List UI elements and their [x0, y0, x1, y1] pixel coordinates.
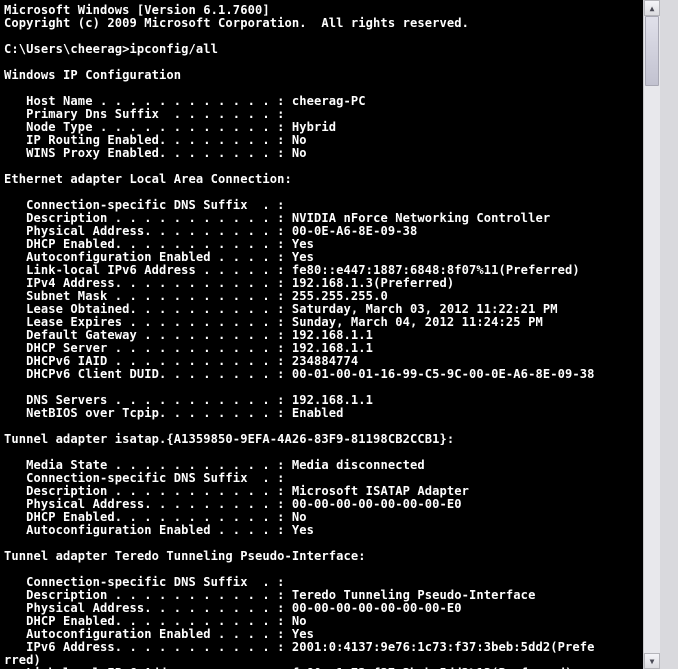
output-row: Autoconfiguration Enabled . . . . : Yes: [4, 524, 644, 537]
physical-address-value: 00-00-00-00-00-00-00-E0: [292, 601, 462, 615]
chevron-up-icon: ▲: [650, 4, 655, 13]
field-label: Physical Address. . . . . . . . . :: [4, 224, 292, 238]
dhcp-server-value: 192.168.1.1: [292, 341, 373, 355]
field-label: IPv4 Address. . . . . . . . . . . :: [4, 276, 292, 290]
host-name-value: cheerag-PC: [292, 94, 366, 108]
chevron-down-icon: ▼: [650, 657, 655, 666]
field-label: DHCPv6 Client DUID. . . . . . . . :: [4, 367, 292, 381]
field-label: Description . . . . . . . . . . . :: [4, 484, 292, 498]
field-label: IPv6 Address. . . . . . . . . . . :: [4, 640, 292, 654]
copyright-line: Copyright (c) 2009 Microsoft Corporation…: [4, 17, 644, 30]
subnet-mask-value: 255.255.255.0: [292, 289, 388, 303]
output-row: IPv6 Address. . . . . . . . . . . : 2001…: [4, 641, 644, 654]
prompt-line: C:\Users\cheerag>ipconfig/all: [4, 43, 644, 56]
field-label: DHCP Server . . . . . . . . . . . :: [4, 341, 292, 355]
scroll-down-button[interactable]: ▼: [644, 653, 660, 669]
field-label: Connection-specific DNS Suffix . :: [4, 198, 284, 212]
prompt-path: C:\Users\cheerag>: [4, 42, 129, 56]
field-label: Lease Obtained. . . . . . . . . . :: [4, 302, 292, 316]
desktop-background: t tin 12 2 fo Microsoft Windows [Version…: [0, 0, 678, 669]
field-label: Link-local IPv6 Address . . . . . :: [4, 263, 292, 277]
ipv6-address-value: 2001:0:4137:9e76:1c73:f37:3beb:5dd2(Pref…: [292, 640, 595, 654]
field-label: Media State . . . . . . . . . . . :: [4, 458, 292, 472]
field-label: DHCP Enabled. . . . . . . . . . . :: [4, 237, 292, 251]
lease-expires-value: Sunday, March 04, 2012 11:24:25 PM: [292, 315, 543, 329]
ip-routing-value: No: [292, 133, 307, 147]
dhcp-enabled-value: No: [292, 510, 307, 524]
field-label: WINS Proxy Enabled. . . . . . . . :: [4, 146, 292, 160]
scroll-up-button[interactable]: ▲: [644, 0, 660, 16]
scrollbar-thumb[interactable]: [645, 16, 659, 86]
dns-servers-value: 192.168.1.1: [292, 393, 373, 407]
field-label: DNS Servers . . . . . . . . . . . :: [4, 393, 292, 407]
section-title: Windows IP Configuration: [4, 69, 644, 82]
dhcp-enabled-value: No: [292, 614, 307, 628]
field-label: Default Gateway . . . . . . . . . :: [4, 328, 292, 342]
field-label: Connection-specific DNS Suffix . :: [4, 575, 284, 589]
dhcpv6-duid-value: 00-01-00-01-16-99-C5-9C-00-0E-A6-8E-09-3…: [292, 367, 595, 381]
field-label: Node Type . . . . . . . . . . . . :: [4, 120, 292, 134]
dhcp-enabled-value: Yes: [292, 237, 314, 251]
field-label: DHCP Enabled. . . . . . . . . . . :: [4, 510, 292, 524]
field-label: Autoconfiguration Enabled . . . . :: [4, 523, 292, 537]
field-label: Autoconfiguration Enabled . . . . :: [4, 250, 292, 264]
physical-address-value: 00-00-00-00-00-00-00-E0: [292, 497, 462, 511]
field-label: Autoconfiguration Enabled . . . . :: [4, 627, 292, 641]
field-label: Primary Dns Suffix . . . . . . . :: [4, 107, 284, 121]
field-label: Description . . . . . . . . . . . :: [4, 211, 292, 225]
physical-address-value: 00-0E-A6-8E-09-38: [292, 224, 417, 238]
node-type-value: Hybrid: [292, 120, 336, 134]
lease-obtained-value: Saturday, March 03, 2012 11:22:21 PM: [292, 302, 558, 316]
description-value: Microsoft ISATAP Adapter: [292, 484, 469, 498]
field-label: Connection-specific DNS Suffix . :: [4, 471, 284, 485]
field-label: Subnet Mask . . . . . . . . . . . :: [4, 289, 292, 303]
output-row: DHCPv6 Client DUID. . . . . . . . : 00-0…: [4, 368, 644, 381]
field-label: Host Name . . . . . . . . . . . . :: [4, 94, 292, 108]
ipv4-address-value: 192.168.1.3(Preferred): [292, 276, 454, 290]
field-label: DHCP Enabled. . . . . . . . . . . :: [4, 614, 292, 628]
default-gateway-value: 192.168.1.1: [292, 328, 373, 342]
wins-proxy-value: No: [292, 146, 307, 160]
autoconf-value: Yes: [292, 250, 314, 264]
link-local-ipv6-value: fe80::e447:1887:6848:8f07%11(Preferred): [292, 263, 580, 277]
prompt-command: ipconfig/all: [129, 42, 218, 56]
section-title: Ethernet adapter Local Area Connection:: [4, 173, 644, 186]
output-row: WINS Proxy Enabled. . . . . . . . : No: [4, 147, 644, 160]
description-value: NVIDIA nForce Networking Controller: [292, 211, 550, 225]
field-label: Physical Address. . . . . . . . . :: [4, 497, 292, 511]
field-label: Physical Address. . . . . . . . . :: [4, 601, 292, 615]
field-label: NetBIOS over Tcpip. . . . . . . . :: [4, 406, 292, 420]
autoconf-value: Yes: [292, 523, 314, 537]
description-value: Teredo Tunneling Pseudo-Interface: [292, 588, 536, 602]
media-state-value: Media disconnected: [292, 458, 425, 472]
dhcpv6-iaid-value: 234884774: [292, 354, 358, 368]
vertical-scrollbar[interactable]: ▲ ▼: [643, 0, 660, 669]
autoconf-value: Yes: [292, 627, 314, 641]
field-label: Description . . . . . . . . . . . :: [4, 588, 292, 602]
section-title: Tunnel adapter Teredo Tunneling Pseudo-I…: [4, 550, 644, 563]
section-title: Tunnel adapter isatap.{A1359850-9EFA-4A2…: [4, 433, 644, 446]
netbios-value: Enabled: [292, 406, 344, 420]
field-label: IP Routing Enabled. . . . . . . . :: [4, 133, 292, 147]
field-label: DHCPv6 IAID . . . . . . . . . . . :: [4, 354, 292, 368]
field-label: Lease Expires . . . . . . . . . . :: [4, 315, 292, 329]
command-prompt-window[interactable]: Microsoft Windows [Version 6.1.7600]Copy…: [0, 0, 678, 669]
terminal-output[interactable]: Microsoft Windows [Version 6.1.7600]Copy…: [0, 0, 644, 669]
output-row: NetBIOS over Tcpip. . . . . . . . : Enab…: [4, 407, 644, 420]
